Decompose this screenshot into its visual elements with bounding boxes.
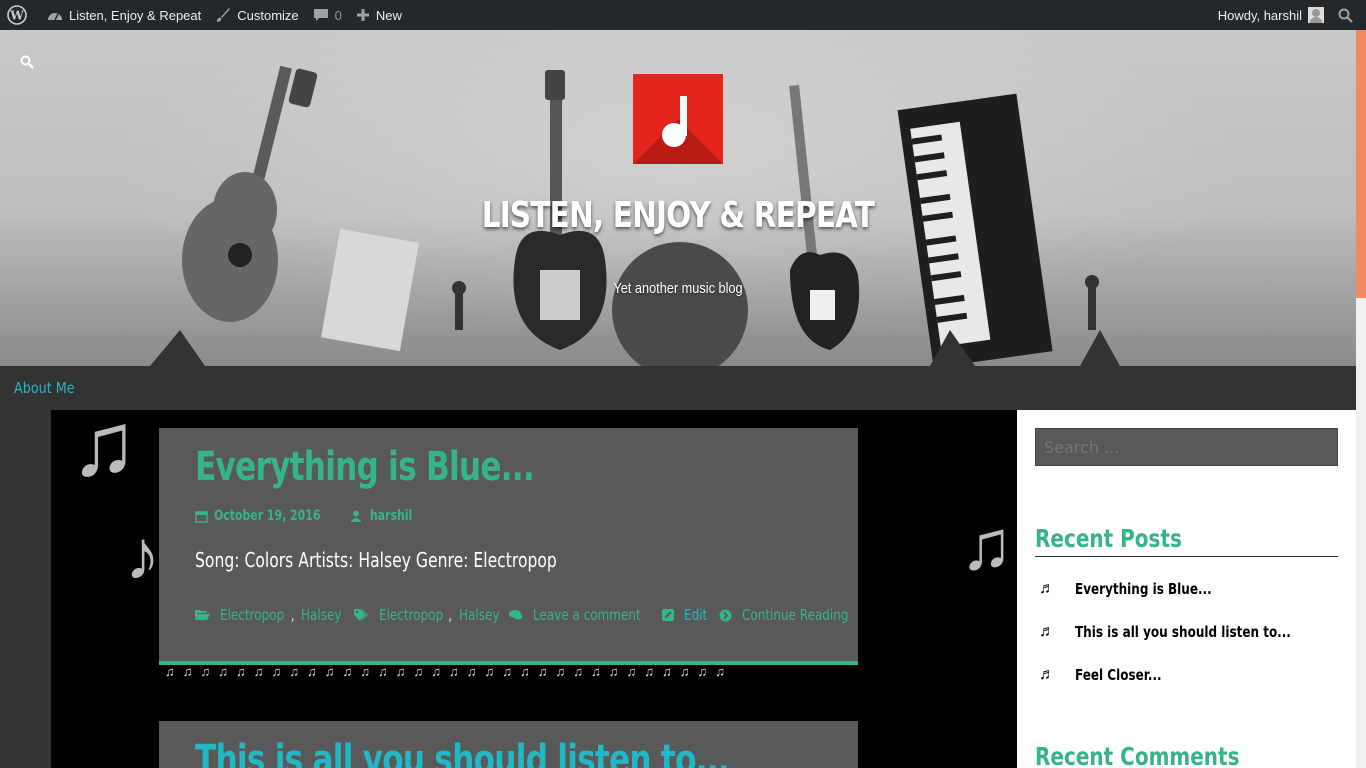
calendar-icon — [195, 510, 208, 523]
post-title-link[interactable]: This is all you should listen to... — [195, 737, 730, 768]
admin-bar: W Listen, Enjoy & Repeat Customize 0 New… — [0, 0, 1366, 30]
recent-post-item[interactable]: ♬ Everything is Blue... — [1039, 580, 1246, 598]
site-title[interactable]: LISTEN, ENJOY & REPEAT — [122, 195, 1234, 236]
avatar — [1308, 7, 1324, 23]
site-name-link[interactable]: Listen, Enjoy & Repeat — [40, 0, 208, 30]
post-date-link[interactable]: October 19, 2016 — [214, 508, 320, 524]
category-link[interactable]: Electropop — [220, 606, 284, 624]
tag-link[interactable]: Electropop — [379, 606, 443, 624]
post-footer-meta: Electropop , Halsey Electropop , Halsey … — [195, 606, 875, 624]
dashboard-icon — [48, 13, 62, 21]
continue-reading-link[interactable]: Continue Reading — [742, 606, 848, 624]
recent-post-link[interactable]: This is all you should listen to... — [1075, 623, 1291, 641]
music-note-decoration: ♪ — [125, 516, 160, 594]
user-icon — [350, 510, 362, 522]
site-logo[interactable] — [633, 74, 723, 164]
music-note-icon: ♬ — [1039, 623, 1055, 640]
music-note-decoration: ♫ — [960, 506, 1013, 584]
recent-post-link[interactable]: Feel Closer... — [1075, 666, 1162, 684]
sidebar: Recent Posts ♬ Everything is Blue... ♬ T… — [1017, 410, 1356, 768]
folder-open-icon — [195, 610, 210, 620]
music-note-icon: ♬ — [1039, 580, 1055, 597]
recent-posts-heading: Recent Posts — [1035, 524, 1182, 553]
music-note-decoration: ♫ — [70, 410, 138, 495]
recent-post-link[interactable]: Everything is Blue... — [1075, 580, 1212, 598]
main-navigation: About Me — [0, 366, 1356, 410]
site-tagline: Yet another music blog — [613, 280, 743, 297]
tags-icon — [353, 608, 368, 621]
wordpress-icon: W — [7, 5, 27, 25]
comment-bubble-icon — [313, 9, 328, 21]
plus-icon — [356, 9, 369, 21]
post-author-link[interactable]: harshil — [370, 508, 412, 524]
search-icon — [20, 55, 34, 69]
site-name-label: Listen, Enjoy & Repeat — [69, 7, 202, 23]
customize-label: Customize — [237, 7, 299, 23]
comments-count: 0 — [334, 7, 342, 23]
nav-item-about-me[interactable]: About Me — [14, 379, 75, 397]
post-excerpt: Song: Colors Artists: Halsey Genre: Elec… — [195, 548, 557, 572]
new-content-link[interactable]: New — [349, 0, 409, 30]
adminbar-search-button[interactable] — [1331, 0, 1366, 30]
post-meta: October 19, 2016 harshil — [195, 508, 425, 524]
header-search-button[interactable] — [20, 55, 34, 74]
site-header: LISTEN, ENJOY & REPEAT Yet another music… — [0, 30, 1356, 366]
recent-comments-heading: Recent Comments — [1035, 742, 1240, 768]
paintbrush-icon — [217, 8, 231, 22]
left-gutter — [0, 410, 51, 768]
post-card: Everything is Blue... October 19, 2016 h… — [159, 428, 858, 661]
search-icon — [1338, 8, 1353, 23]
music-note-icon: ♬ — [1039, 666, 1055, 683]
comments-link[interactable]: 0 — [306, 0, 349, 30]
search-input[interactable] — [1035, 428, 1338, 466]
music-notes-divider: ♫♫♫♫♫♫♫♫♫♫♫♫♫♫♫♫♫♫♫♫♫♫♫♫♫♫♫♫♫♫♫♫ — [165, 664, 733, 679]
category-link[interactable]: Halsey — [301, 606, 341, 624]
widget-title-underline — [1035, 556, 1338, 557]
edit-icon — [661, 609, 674, 621]
edit-link[interactable]: Edit — [684, 606, 707, 624]
my-account-link[interactable]: Howdy, harshil — [1211, 0, 1331, 30]
wordpress-logo-button[interactable]: W — [0, 0, 40, 30]
howdy-label: Howdy, harshil — [1217, 7, 1302, 23]
tag-link[interactable]: Halsey — [459, 606, 499, 624]
scrollbar-thumb[interactable] — [1356, 30, 1366, 298]
leave-comment-link[interactable]: Leave a comment — [533, 606, 641, 624]
post-card: This is all you should listen to... — [159, 721, 858, 768]
customize-link[interactable]: Customize — [208, 0, 305, 30]
recent-post-item[interactable]: ♬ Feel Closer... — [1039, 666, 1183, 684]
comments-icon — [509, 610, 523, 620]
chevron-circle-right-icon — [719, 609, 732, 621]
recent-post-item[interactable]: ♬ This is all you should listen to... — [1039, 623, 1345, 641]
new-label: New — [375, 7, 402, 23]
music-note-icon — [662, 96, 687, 147]
svg-text:W: W — [9, 9, 24, 23]
post-title-link[interactable]: Everything is Blue... — [195, 444, 535, 490]
